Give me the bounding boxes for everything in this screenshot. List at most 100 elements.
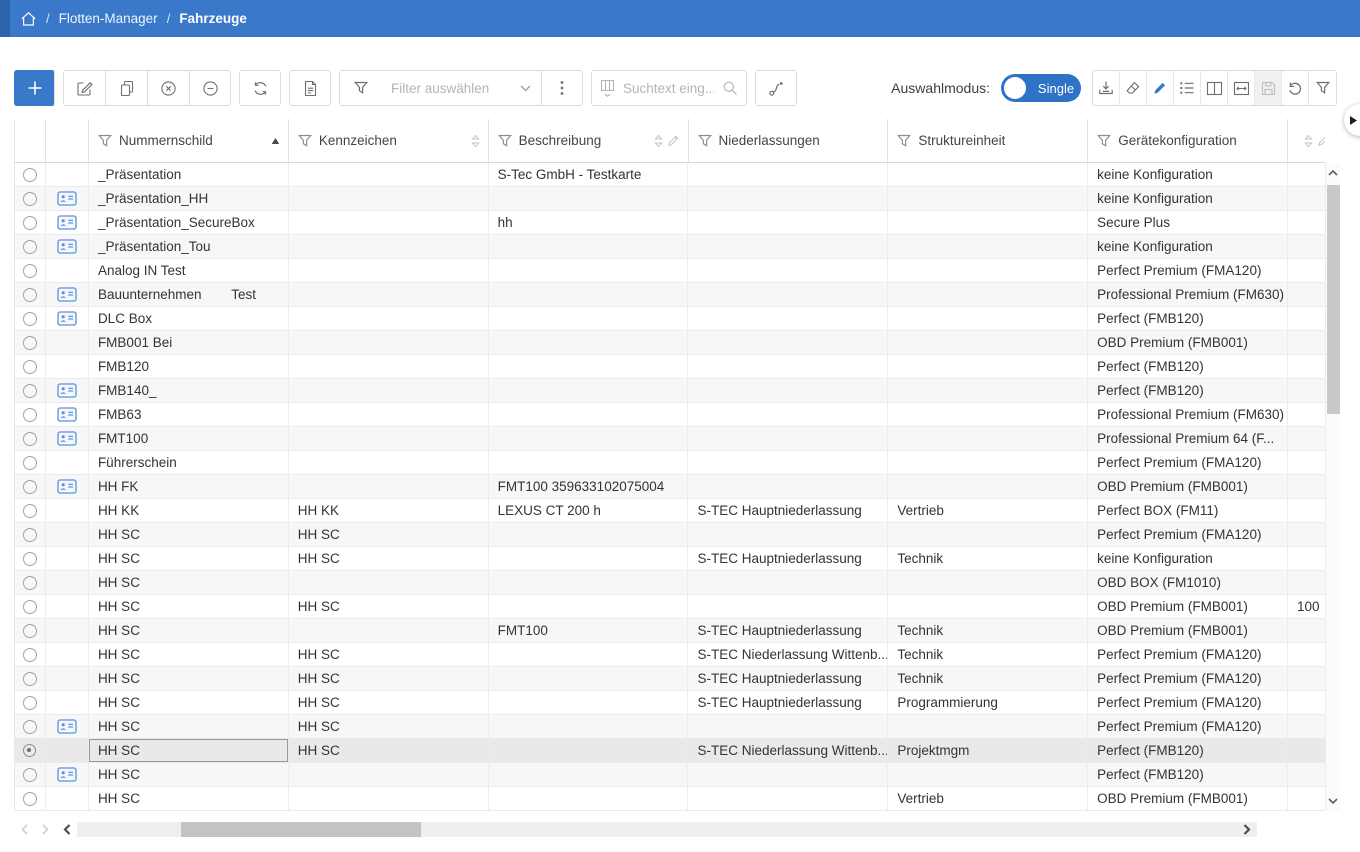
scroll-up-icon[interactable]: [1326, 165, 1340, 181]
column-filter-icon[interactable]: [297, 133, 313, 149]
table-row[interactable]: FMB001 BeiOBD Premium (FMB001): [15, 331, 1325, 355]
row-radio-button[interactable]: [23, 288, 37, 302]
table-row[interactable]: FührerscheinPerfect Premium (FMA120): [15, 451, 1325, 475]
contact-card-icon[interactable]: [57, 191, 77, 206]
column-header-geraetekonfiguration[interactable]: Gerätekonfiguration: [1088, 119, 1288, 162]
copy-button[interactable]: [105, 70, 147, 106]
export-button[interactable]: [1093, 71, 1120, 105]
row-radio-button[interactable]: [23, 600, 37, 614]
table-row[interactable]: HH SCHH SCS-TEC HauptniederlassungTechni…: [15, 547, 1325, 571]
table-row[interactable]: FMB120Perfect (FMB120): [15, 355, 1325, 379]
contact-card-icon[interactable]: [57, 407, 77, 422]
row-radio-button[interactable]: [23, 336, 37, 350]
contact-card-icon[interactable]: [57, 239, 77, 254]
table-row[interactable]: HH SCHH SCS-TEC Niederlassung Wittenb...…: [15, 643, 1325, 667]
row-radio-button[interactable]: [23, 720, 37, 734]
table-row[interactable]: HH SCHH SCS-TEC HauptniederlassungTechni…: [15, 667, 1325, 691]
row-radio-button[interactable]: [23, 168, 37, 182]
row-radio-button[interactable]: [23, 216, 37, 230]
table-row[interactable]: HH SCVertriebOBD Premium (FMB001): [15, 787, 1325, 811]
row-radio-button[interactable]: [23, 456, 37, 470]
contact-card-icon[interactable]: [57, 479, 77, 494]
column-filter-icon[interactable]: [1096, 133, 1112, 149]
row-radio-button[interactable]: [23, 312, 37, 326]
table-row[interactable]: DLC BoxPerfect (FMB120): [15, 307, 1325, 331]
table-row[interactable]: Bauunternehmen TestProfessional Premium …: [15, 283, 1325, 307]
filter-select[interactable]: Filter auswählen: [381, 70, 541, 106]
breadcrumb-item-flotten-manager[interactable]: Flotten-Manager: [59, 11, 158, 26]
table-row[interactable]: HH KKHH KKLEXUS CT 200 hS-TEC Hauptniede…: [15, 499, 1325, 523]
search-icon[interactable]: [722, 80, 738, 96]
row-radio-button[interactable]: [23, 624, 37, 638]
search-columns-icon[interactable]: [600, 79, 615, 98]
sort-ascending-icon[interactable]: [271, 137, 280, 145]
clear-button[interactable]: [1120, 71, 1147, 105]
column-header-struktureinheit[interactable]: Struktureinheit: [888, 119, 1088, 162]
sort-icon[interactable]: [654, 134, 663, 148]
table-row[interactable]: HH SCFMT100S-TEC HauptniederlassungTechn…: [15, 619, 1325, 643]
row-radio-button[interactable]: [23, 672, 37, 686]
grid-filter-button[interactable]: [1309, 71, 1336, 105]
sort-icon[interactable]: [1304, 134, 1313, 148]
filter-options-button[interactable]: [541, 70, 583, 106]
table-row[interactable]: _PräsentationS-Tec GmbH - Testkartekeine…: [15, 163, 1325, 187]
search-input[interactable]: [621, 80, 716, 97]
row-radio-button[interactable]: [23, 744, 36, 757]
edit-mode-button[interactable]: [1147, 71, 1174, 105]
edit-button[interactable]: [63, 70, 105, 106]
contact-card-icon[interactable]: [57, 383, 77, 398]
row-radio-button[interactable]: [23, 240, 37, 254]
contact-card-icon[interactable]: [57, 431, 77, 446]
table-row[interactable]: HH FKFMT100 359633102075004OBD Premium (…: [15, 475, 1325, 499]
column-header-niederlassungen[interactable]: Niederlassungen: [689, 119, 889, 162]
add-button[interactable]: [14, 70, 55, 106]
table-row[interactable]: HH SCHH SCS-TEC Niederlassung Wittenb...…: [15, 739, 1325, 763]
column-header-beschreibung[interactable]: Beschreibung: [489, 119, 689, 162]
column-filter-icon[interactable]: [697, 133, 713, 149]
row-radio-button[interactable]: [23, 792, 37, 806]
row-radio-button[interactable]: [23, 192, 37, 206]
row-radio-button[interactable]: [23, 384, 37, 398]
table-row[interactable]: FMB63Professional Premium (FM630): [15, 403, 1325, 427]
row-radio-button[interactable]: [23, 528, 37, 542]
scroll-start-icon[interactable]: [56, 822, 77, 837]
scroll-end-icon[interactable]: [1243, 822, 1251, 837]
column-filter-icon[interactable]: [497, 133, 513, 149]
table-row[interactable]: HH SCHH SCS-TEC HauptniederlassungProgra…: [15, 691, 1325, 715]
horizontal-scrollbar-thumb[interactable]: [181, 822, 421, 837]
row-radio-button[interactable]: [23, 648, 37, 662]
table-row[interactable]: _Präsentation_SecureBoxhhSecure Plus: [15, 211, 1325, 235]
table-row[interactable]: _Präsentation_HHkeine Konfiguration: [15, 187, 1325, 211]
contact-card-icon[interactable]: [57, 767, 77, 782]
column-header-t[interactable]: T: [1288, 119, 1325, 162]
row-radio-button[interactable]: [23, 552, 37, 566]
row-radio-button[interactable]: [23, 480, 37, 494]
table-row[interactable]: HH SCOBD BOX (FM1010): [15, 571, 1325, 595]
column-filter-icon[interactable]: [97, 133, 113, 149]
table-row[interactable]: HH SCHH SCOBD Premium (FMB001)100: [15, 595, 1325, 619]
row-radio-button[interactable]: [23, 504, 37, 518]
split-columns-button[interactable]: [1201, 71, 1228, 105]
row-radio-button[interactable]: [23, 768, 37, 782]
sort-icon[interactable]: [471, 134, 480, 148]
row-radio-button[interactable]: [23, 264, 37, 278]
sidebar-edge[interactable]: [0, 0, 10, 37]
contact-card-icon[interactable]: [57, 287, 77, 302]
breadcrumb-item-fahrzeuge[interactable]: Fahrzeuge: [179, 11, 247, 26]
row-radio-button[interactable]: [23, 408, 37, 422]
page-right-icon[interactable]: [35, 822, 56, 837]
contact-card-icon[interactable]: [57, 311, 77, 326]
choose-columns-button[interactable]: [1174, 71, 1201, 105]
filter-button[interactable]: [339, 70, 381, 106]
table-row[interactable]: FMT100Professional Premium 64 (F...: [15, 427, 1325, 451]
vertical-scrollbar[interactable]: [1325, 163, 1340, 811]
column-header-kennzeichen[interactable]: Kennzeichen: [289, 119, 489, 162]
cancel-button[interactable]: [147, 70, 189, 106]
home-icon[interactable]: [20, 11, 37, 27]
contact-card-icon[interactable]: [57, 215, 77, 230]
table-row[interactable]: HH SCHH SCPerfect Premium (FMA120): [15, 523, 1325, 547]
selection-mode-toggle[interactable]: Single: [1001, 74, 1081, 102]
remove-button[interactable]: [189, 70, 231, 106]
panel-expander-button[interactable]: [1344, 104, 1360, 136]
page-left-icon[interactable]: [14, 822, 35, 837]
